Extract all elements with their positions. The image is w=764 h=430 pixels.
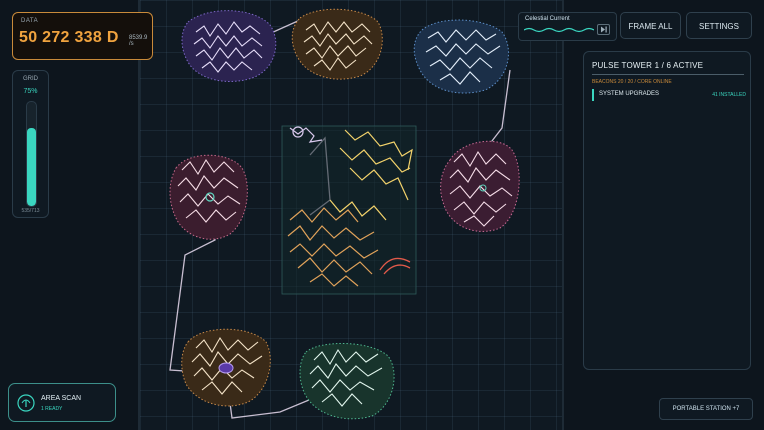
grid-percent: 75%	[23, 88, 38, 95]
data-label: DATA	[21, 18, 39, 24]
node-cluster-blue[interactable]	[413, 19, 509, 94]
radar-icon	[17, 394, 35, 412]
portable-station-button[interactable]: PORTABLE STATION +7	[659, 398, 753, 420]
grid-meter-track	[26, 101, 37, 207]
divider	[592, 74, 744, 75]
tower-subtitle: BEACONS 20 / 20 / CORE ONLINE	[592, 79, 672, 85]
game-board[interactable]	[140, 0, 562, 430]
node-cluster-pink-right[interactable]	[440, 140, 520, 232]
upgrades-count: 41 INSTALLED	[712, 92, 746, 98]
pulse-tower-area[interactable]	[281, 125, 417, 295]
board-canvas[interactable]	[140, 0, 562, 430]
node-cluster-teal[interactable]	[299, 343, 395, 420]
grid-meter-fill	[27, 128, 36, 206]
skip-forward-icon[interactable]	[597, 24, 610, 35]
upgrades-label: SYSTEM UPGRADES	[599, 91, 660, 97]
node-cluster-pink-left[interactable]	[169, 154, 248, 240]
celestial-title: Celestial Current	[525, 16, 570, 22]
area-scan-title: AREA SCAN	[41, 395, 82, 402]
frame-all-button[interactable]: FRAME ALL	[620, 12, 681, 39]
area-scan-button[interactable]: AREA SCAN 1 READY	[8, 383, 116, 422]
area-scan-status: 1 READY	[41, 406, 63, 412]
grid-label: GRID	[23, 76, 38, 82]
settings-button[interactable]: SETTINGS	[686, 12, 752, 39]
wave-indicator	[524, 27, 594, 33]
data-rate: 8539.9 /s	[129, 35, 148, 47]
grid-meter-panel: GRID 75% 535/713	[12, 70, 49, 218]
system-upgrades-row[interactable]: SYSTEM UPGRADES 41 INSTALLED	[592, 89, 746, 101]
node-cluster-purple[interactable]	[181, 10, 277, 82]
node-cluster-orange-bottom[interactable]	[181, 328, 271, 407]
grid-count: 535/713	[21, 208, 40, 214]
pulse-tower-panel: PULSE TOWER 1 / 6 ACTIVE BEACONS 20 / 20…	[583, 51, 751, 370]
tower-title: PULSE TOWER 1 / 6 ACTIVE	[592, 61, 704, 70]
data-value: 50 272 338 D	[19, 29, 119, 46]
data-counter-panel: DATA 50 272 338 D 8539.9 /s	[12, 12, 153, 60]
celestial-current-widget[interactable]: Celestial Current	[518, 12, 617, 41]
node-cluster-orange-top[interactable]	[291, 8, 383, 80]
